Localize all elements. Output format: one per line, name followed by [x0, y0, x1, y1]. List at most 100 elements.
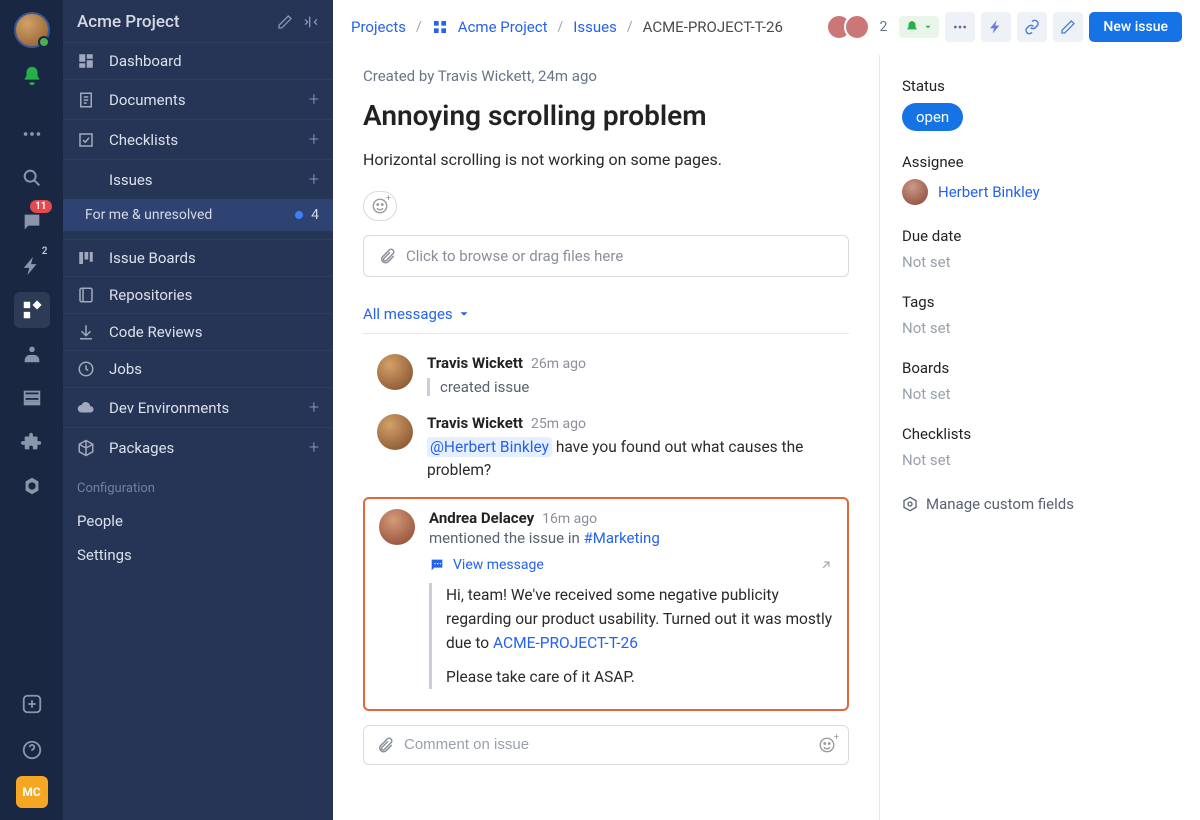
rail-more[interactable]	[14, 116, 50, 152]
sidebar-item-settings[interactable]: Settings	[63, 538, 333, 572]
nav-rail: 11 2 MC	[0, 0, 63, 820]
workspace-chip[interactable]: MC	[16, 776, 48, 808]
collapse-icon[interactable]	[303, 14, 319, 30]
dropzone-label: Click to browse or drag files here	[406, 247, 623, 265]
rail-stack[interactable]	[14, 380, 50, 416]
add-reaction-button[interactable]: +	[363, 191, 397, 221]
sidebar-item-label: Dev Environments	[109, 399, 229, 417]
sidebar-item-reviews[interactable]: Code Reviews	[63, 313, 333, 350]
filter-label: For me & unresolved	[85, 207, 212, 223]
boards-value[interactable]: Not set	[902, 385, 1178, 403]
notifications-bell[interactable]	[14, 58, 50, 94]
mention-action: mentioned the issue in #Marketing	[429, 529, 833, 547]
more-button[interactable]	[945, 12, 975, 42]
tags-value[interactable]: Not set	[902, 319, 1178, 337]
issue-link[interactable]: ACME-PROJECT-T-26	[493, 634, 638, 652]
message-time: 26m ago	[531, 356, 586, 372]
sidebar-filter-forme[interactable]: For me & unresolved 4	[63, 199, 333, 231]
packages-icon	[77, 439, 97, 457]
link-button[interactable]	[1017, 12, 1047, 42]
status-label: Status	[902, 77, 1178, 95]
comment-composer[interactable]: +	[363, 725, 849, 765]
review-icon	[77, 323, 97, 341]
rail-team[interactable]	[14, 336, 50, 372]
emoji-icon[interactable]: +	[818, 736, 836, 754]
sidebar-item-documents[interactable]: Documents +	[63, 79, 333, 119]
watcher-count: 2	[880, 19, 888, 35]
messages-filter[interactable]: All messages	[363, 305, 849, 334]
sidebar-item-people[interactable]: People	[63, 504, 333, 538]
add-icon[interactable]: +	[309, 129, 319, 150]
sidebar-item-issues[interactable]: Issues +	[63, 159, 333, 199]
sidebar-item-label: Packages	[109, 439, 174, 457]
message-time: 25m ago	[531, 416, 586, 432]
boards-icon	[77, 249, 97, 267]
dashboard-icon	[77, 52, 97, 70]
rail-search[interactable]	[14, 160, 50, 196]
attachment-dropzone[interactable]: Click to browse or drag files here	[363, 235, 849, 277]
rail-settings[interactable]	[14, 468, 50, 504]
sidebar-item-label: Repositories	[109, 286, 192, 304]
avatar	[377, 354, 413, 390]
crumb-section[interactable]: Issues	[573, 18, 617, 36]
sidebar-item-label: Dashboard	[109, 52, 182, 70]
sidebar-title-row: Acme Project	[63, 0, 333, 42]
channel-link[interactable]: #Marketing	[584, 529, 660, 547]
sidebar-item-packages[interactable]: Packages +	[63, 427, 333, 467]
chat-bubble-icon	[429, 557, 445, 573]
documents-icon	[77, 91, 97, 109]
sidebar-item-label: Issue Boards	[109, 249, 196, 267]
rail-extensions[interactable]	[14, 424, 50, 460]
manage-custom-fields[interactable]: Manage custom fields	[902, 495, 1178, 513]
project-sidebar: Acme Project Dashboard Documents + Check…	[63, 0, 333, 820]
assignee-link[interactable]: Herbert Binkley	[938, 183, 1040, 201]
edit-icon[interactable]	[277, 14, 293, 30]
comment-input[interactable]	[404, 736, 808, 753]
user-mention[interactable]: @Herbert Binkley	[427, 437, 552, 457]
sidebar-item-checklists[interactable]: Checklists +	[63, 119, 333, 159]
add-icon[interactable]: +	[309, 437, 319, 458]
rail-bolt[interactable]: 2	[14, 248, 50, 284]
status-badge[interactable]: open	[902, 103, 963, 131]
checklists-label: Checklists	[902, 425, 1178, 443]
unread-dot	[295, 211, 303, 219]
activity-entry: Travis Wickett 25m ago @Herbert Binkley …	[363, 406, 849, 493]
config-section-label: Configuration	[63, 467, 333, 504]
sidebar-item-boards[interactable]: Issue Boards	[63, 239, 333, 276]
boards-label: Boards	[902, 359, 1178, 377]
sidebar-item-repos[interactable]: Repositories	[63, 276, 333, 313]
message-author: Andrea Delacey	[429, 509, 534, 527]
attach-icon[interactable]	[376, 736, 394, 754]
chat-badge: 11	[30, 200, 51, 213]
rail-projects[interactable]	[14, 292, 50, 328]
due-value[interactable]: Not set	[902, 253, 1178, 271]
open-external-icon[interactable]	[819, 558, 833, 572]
sidebar-item-jobs[interactable]: Jobs	[63, 350, 333, 387]
add-icon[interactable]: +	[309, 169, 319, 190]
rail-add[interactable]	[14, 686, 50, 722]
bolt-button[interactable]	[981, 12, 1011, 42]
crumb-project[interactable]: Acme Project	[458, 18, 548, 36]
quoted-message: Hi, team! We've received some negative p…	[429, 583, 833, 689]
new-issue-button[interactable]: New issue	[1089, 12, 1182, 42]
add-icon[interactable]: +	[309, 89, 319, 110]
details-panel: Status open Assignee Herbert Binkley Due…	[880, 55, 1200, 820]
message-time: 16m ago	[542, 511, 597, 527]
add-icon[interactable]: +	[309, 397, 319, 418]
rail-chat[interactable]: 11	[14, 204, 50, 240]
watcher-avatars[interactable]	[826, 14, 870, 40]
crumb-projects[interactable]: Projects	[351, 18, 406, 36]
sidebar-item-devenv[interactable]: Dev Environments +	[63, 387, 333, 427]
sidebar-item-dashboard[interactable]: Dashboard	[63, 42, 333, 79]
jobs-icon	[77, 360, 97, 378]
checklists-value[interactable]: Not set	[902, 451, 1178, 469]
edit-button[interactable]	[1053, 12, 1083, 42]
view-message-link[interactable]: View message	[453, 557, 544, 573]
crumb-current: ACME-PROJECT-T-26	[643, 18, 783, 36]
user-avatar[interactable]	[14, 12, 50, 48]
project-title: Acme Project	[77, 12, 179, 32]
subscribe-pill[interactable]	[899, 16, 939, 38]
due-label: Due date	[902, 227, 1178, 245]
issue-title: Annoying scrolling problem	[363, 99, 849, 132]
rail-help[interactable]	[14, 732, 50, 768]
